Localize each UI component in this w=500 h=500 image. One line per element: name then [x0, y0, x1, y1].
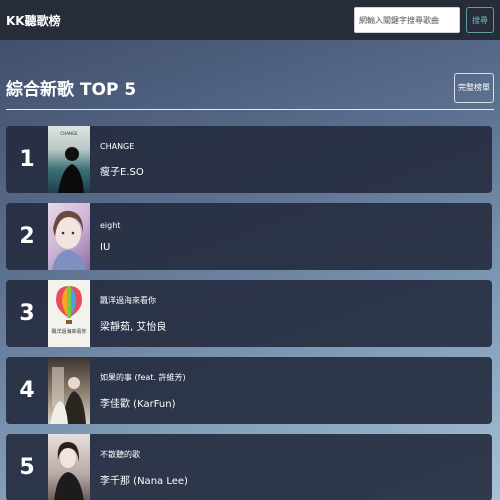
rank-number: 2	[19, 224, 35, 249]
svg-text:飄洋過海來看你: 飄洋過海來看你	[51, 328, 86, 335]
rank-number: 1	[19, 147, 35, 172]
search-area: 搜尋	[354, 7, 494, 33]
song-info: 不散聽的歌 李千那 (Nana Lee)	[90, 449, 188, 487]
rank-number: 4	[19, 378, 35, 403]
rank-number: 3	[19, 301, 35, 326]
song-info: CHANGE 瘦子E.SO	[90, 142, 144, 178]
artist-name[interactable]: 瘦子E.SO	[100, 163, 144, 178]
album-cover: 飄洋過海來看你	[48, 280, 90, 347]
balloon-icon: 飄洋過海來看你	[51, 286, 87, 335]
svg-text:CHANGE: CHANGE	[60, 131, 78, 136]
artist-name[interactable]: IU	[100, 242, 120, 253]
cover-art-icon	[52, 210, 86, 270]
song-info: 如果的事 (feat. 許維芳) 李佳歡 (KarFun)	[90, 372, 186, 410]
song-title[interactable]: 如果的事 (feat. 許維芳)	[100, 372, 186, 383]
top-bar: KK聽歌榜 搜尋	[0, 0, 500, 40]
song-info: eight IU	[90, 221, 120, 253]
rank-number: 5	[19, 455, 35, 480]
chart-list: 1 CHANGE CHANGE 瘦子E.SO 2 eight IU 3 飄洋過海…	[6, 126, 492, 500]
song-info: 飄洋過海來看你 梁靜茹, 艾怡良	[90, 295, 166, 333]
cover-art-icon	[50, 367, 86, 424]
cover-art-icon: CHANGE	[58, 131, 84, 193]
song-title[interactable]: CHANGE	[100, 142, 144, 151]
artist-name[interactable]: 李千那 (Nana Lee)	[100, 472, 188, 487]
artist-name[interactable]: 李佳歡 (KarFun)	[100, 395, 186, 410]
album-cover: CHANGE	[48, 126, 90, 193]
page-title: 綜合新歌 TOP 5	[6, 80, 137, 100]
chart-row-5[interactable]: 5 不散聽的歌 李千那 (Nana Lee)	[6, 434, 492, 500]
song-title[interactable]: eight	[100, 221, 120, 230]
album-cover	[48, 434, 90, 500]
artist-name[interactable]: 梁靜茹, 艾怡良	[100, 318, 166, 333]
album-cover	[48, 357, 90, 424]
album-cover	[48, 203, 90, 270]
search-input[interactable]	[354, 7, 460, 33]
chart-row-4[interactable]: 4 如果的事 (feat. 許維芳) 李佳歡 (KarFun)	[6, 357, 492, 424]
chart-row-3[interactable]: 3 飄洋過海來看你 飄洋過海來看你 梁靜茹, 艾怡良	[6, 280, 492, 347]
brand-title[interactable]: KK聽歌榜	[6, 12, 61, 29]
chart-row-2[interactable]: 2 eight IU	[6, 203, 492, 270]
chart-header: 綜合新歌 TOP 5 完整榜單	[6, 66, 494, 110]
chart-row-1[interactable]: 1 CHANGE CHANGE 瘦子E.SO	[6, 126, 492, 193]
search-button[interactable]: 搜尋	[466, 7, 494, 33]
full-list-button[interactable]: 完整榜單	[454, 72, 494, 103]
song-title[interactable]: 不散聽的歌	[100, 449, 188, 460]
cover-art-icon	[54, 442, 84, 500]
song-title[interactable]: 飄洋過海來看你	[100, 295, 166, 306]
